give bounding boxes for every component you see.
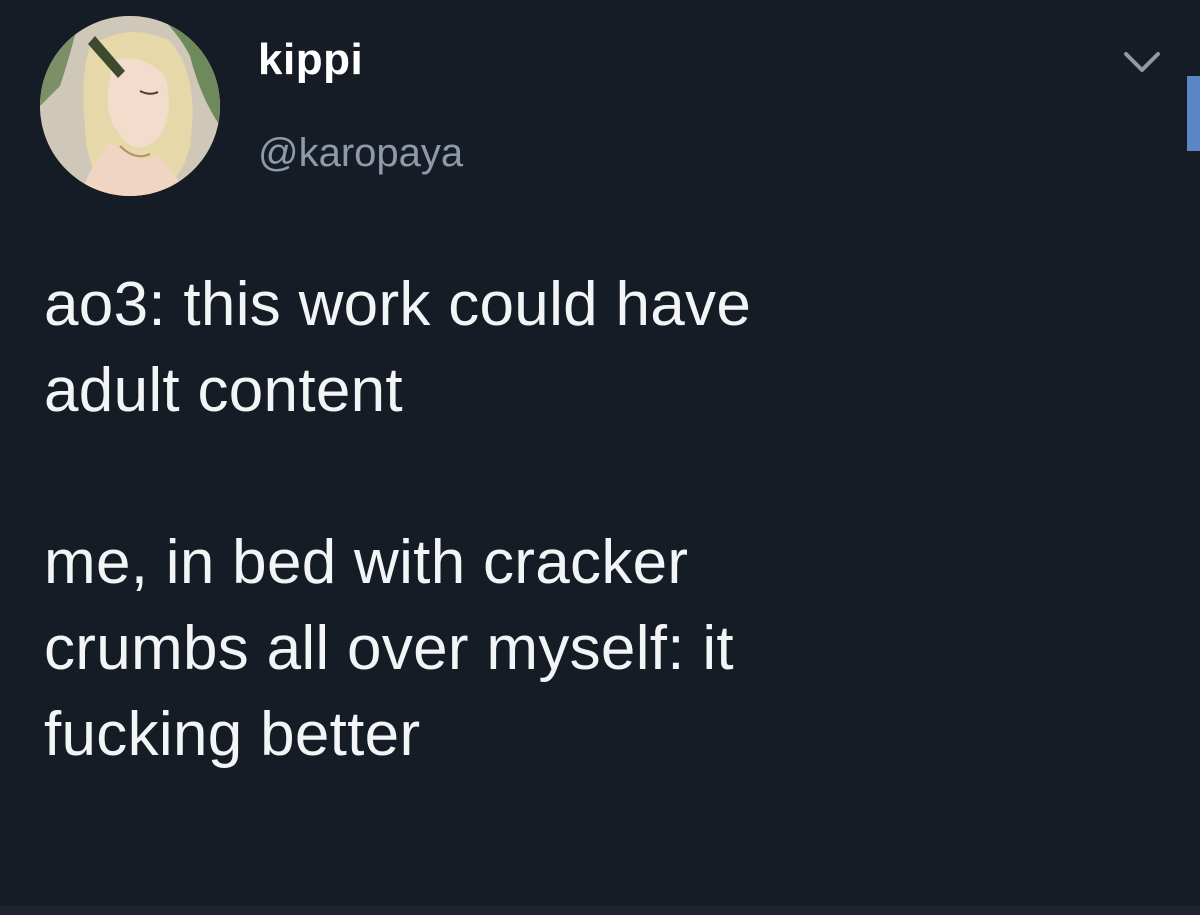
author-handle[interactable]: @karopaya (258, 133, 463, 173)
author-display-name[interactable]: kippi (258, 38, 363, 82)
chevron-down-icon[interactable] (1120, 48, 1164, 78)
tweet-card: kippi @karopaya ao3: this work could hav… (0, 0, 1200, 915)
scroll-indicator (1187, 76, 1200, 151)
divider (0, 906, 1200, 915)
tweet-text: ao3: this work could have adult content … (44, 270, 752, 769)
avatar-illustration-icon (40, 16, 220, 196)
profile-avatar[interactable] (40, 16, 220, 196)
